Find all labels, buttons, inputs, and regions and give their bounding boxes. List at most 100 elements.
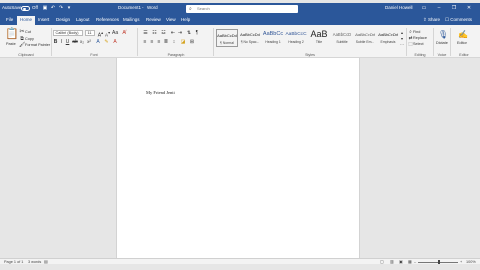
- style-no-spacing[interactable]: AaBbCcDd ¶ No Spac...: [239, 29, 261, 47]
- superscript-icon[interactable]: x²: [86, 39, 92, 45]
- read-mode-icon[interactable]: ▥: [390, 260, 394, 265]
- zoom-level[interactable]: 100%: [466, 260, 476, 265]
- tab-file[interactable]: File: [6, 17, 13, 22]
- ribbon-display-options-icon[interactable]: ▭: [418, 4, 430, 13]
- tab-mailings[interactable]: Mailings: [123, 17, 140, 22]
- zoom-in-icon[interactable]: +: [460, 260, 462, 265]
- save-icon[interactable]: ▣: [42, 5, 48, 12]
- copy-label[interactable]: Copy: [25, 37, 34, 41]
- numbering-icon[interactable]: ☷: [151, 30, 158, 36]
- style-sample: AaBbCcDd: [240, 32, 260, 37]
- clipboard-group: 📋 Paste ✂ Cut ⧉ Copy 🖌 Format Painter Cl…: [2, 27, 50, 58]
- clear-formatting-icon[interactable]: A̸: [121, 30, 127, 36]
- word-count[interactable]: 3 words: [28, 260, 41, 265]
- italic-icon[interactable]: I: [59, 39, 64, 45]
- shading-icon[interactable]: ◪: [180, 39, 186, 45]
- style-name: Emphasis: [380, 40, 396, 44]
- clipboard-group-label: Clipboard: [18, 53, 34, 57]
- title-bar: AutoSave Off ▣ ↶ ↷ ▾ Document1 - Word ⌕ …: [0, 3, 480, 15]
- page-count[interactable]: Page 1 of 1: [4, 260, 23, 265]
- underline-icon[interactable]: U: [65, 39, 70, 45]
- undo-icon[interactable]: ↶: [50, 5, 56, 12]
- decrease-indent-icon[interactable]: ⇤: [170, 30, 176, 36]
- line-spacing-icon[interactable]: ↕: [171, 39, 177, 45]
- restore-icon[interactable]: ❐: [448, 4, 460, 13]
- status-bar: Page 1 of 1 3 words ▤ ▢ ▥ ▣ ▦ – + 100%: [0, 258, 480, 264]
- tab-layout[interactable]: Layout: [76, 17, 90, 22]
- style-subtle-emphasis[interactable]: AaBbCcDd Subtle Em...: [354, 29, 376, 47]
- change-case-icon[interactable]: Aa: [112, 30, 118, 36]
- focus-mode-icon[interactable]: ▢: [380, 260, 384, 265]
- bullets-icon[interactable]: ☰: [142, 30, 149, 36]
- show-formatting-icon[interactable]: ¶: [194, 30, 200, 36]
- editor-label[interactable]: Editor: [457, 41, 467, 45]
- style-subtitle[interactable]: AaBbCcD Subtitle: [331, 29, 353, 47]
- user-name[interactable]: Daniel Howell: [385, 5, 413, 10]
- paste-icon[interactable]: 📋: [5, 29, 19, 40]
- strikethrough-icon[interactable]: ab: [72, 39, 78, 45]
- style-normal[interactable]: AaBbCcDd ¶ Normal: [216, 29, 238, 47]
- subscript-icon[interactable]: x₂: [79, 39, 85, 45]
- style-heading-2[interactable]: AaBbCcC Heading 2: [285, 29, 307, 47]
- font-color-icon[interactable]: A: [112, 39, 118, 45]
- select-label[interactable]: Select: [413, 42, 424, 46]
- style-title[interactable]: AaB Title: [308, 29, 330, 47]
- increase-indent-icon[interactable]: ⇥: [177, 30, 183, 36]
- style-emphasis[interactable]: AaBbCcDd Emphasis: [377, 29, 399, 47]
- editor-icon[interactable]: ✍: [458, 30, 468, 39]
- style-heading-1[interactable]: AaBbCc Heading 1: [262, 29, 284, 47]
- print-layout-icon[interactable]: ▣: [399, 260, 403, 265]
- align-right-icon[interactable]: ≡: [156, 39, 162, 45]
- search-placeholder: Search: [197, 6, 210, 11]
- group-divider: [406, 28, 407, 56]
- share-button[interactable]: ⇪ Share: [423, 17, 440, 23]
- group-divider: [450, 28, 451, 56]
- style-name: Heading 1: [265, 40, 281, 44]
- replace-label[interactable]: Replace: [413, 36, 427, 40]
- customize-qat-icon[interactable]: ▾: [66, 5, 72, 12]
- search-box[interactable]: ⌕ Search: [186, 5, 298, 13]
- shrink-font-icon[interactable]: A▾: [104, 30, 111, 39]
- proofing-icon[interactable]: ▤: [44, 260, 48, 265]
- dictate-label[interactable]: Dictate: [436, 41, 448, 45]
- tab-references[interactable]: References: [96, 17, 119, 22]
- microphone-icon[interactable]: 🎙: [438, 30, 448, 39]
- tab-home[interactable]: Home: [17, 16, 36, 25]
- close-icon[interactable]: ✕: [463, 4, 475, 13]
- font-name-select[interactable]: Calibri (Body): [53, 30, 83, 36]
- text-effects-icon[interactable]: A: [95, 39, 101, 45]
- tab-help[interactable]: Help: [181, 17, 190, 22]
- multilevel-list-icon[interactable]: ☳: [160, 30, 167, 36]
- styles-more-icon[interactable]: ⋯: [400, 42, 404, 48]
- document-page[interactable]: My Friend Jenti: [116, 58, 360, 258]
- tab-design[interactable]: Design: [56, 17, 70, 22]
- grow-font-icon[interactable]: A▴: [97, 30, 104, 39]
- group-divider: [137, 28, 138, 56]
- font-size-select[interactable]: 11: [85, 30, 95, 36]
- app-name: Word: [147, 5, 158, 10]
- highlight-color-icon[interactable]: ✎: [103, 39, 110, 45]
- zoom-out-icon[interactable]: –: [414, 260, 416, 265]
- borders-icon[interactable]: ⊞: [189, 39, 195, 45]
- ribbon-tabs: File Home Insert Design Layout Reference…: [0, 15, 480, 25]
- align-center-icon[interactable]: ≡: [149, 39, 155, 45]
- justify-icon[interactable]: ≣: [163, 39, 169, 45]
- title-separator: -: [142, 5, 144, 10]
- document-body-text[interactable]: My Friend Jenti: [146, 90, 175, 95]
- paste-label[interactable]: Paste: [6, 42, 16, 46]
- tab-view[interactable]: View: [166, 17, 176, 22]
- tab-insert[interactable]: Insert: [38, 17, 49, 22]
- autosave-toggle[interactable]: [21, 6, 30, 11]
- sort-icon[interactable]: ⇅: [186, 30, 192, 36]
- comments-button[interactable]: ☐ Comments: [445, 17, 472, 23]
- bold-icon[interactable]: B: [53, 39, 58, 45]
- align-left-icon[interactable]: ≡: [142, 39, 148, 45]
- redo-icon[interactable]: ↷: [58, 5, 64, 12]
- tab-review[interactable]: Review: [146, 17, 161, 22]
- zoom-slider-thumb[interactable]: [438, 260, 440, 264]
- minimize-icon[interactable]: –: [433, 4, 445, 13]
- find-label[interactable]: Find: [413, 30, 420, 34]
- cut-label[interactable]: Cut: [25, 30, 31, 34]
- web-layout-icon[interactable]: ▦: [408, 260, 412, 265]
- format-painter-label[interactable]: Format Painter: [25, 43, 50, 47]
